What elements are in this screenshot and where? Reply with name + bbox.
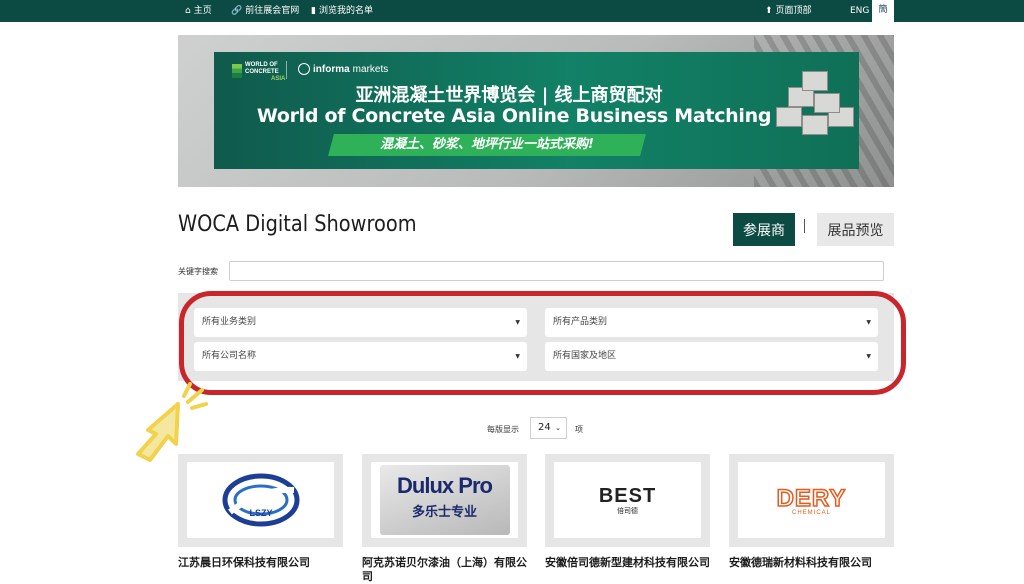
company-name-select[interactable]: 所有公司名称 ▼ bbox=[194, 342, 527, 371]
exhibitor-card[interactable]: Dulux Pro 多乐士专业 bbox=[362, 454, 527, 547]
page-size-unit: 项 bbox=[575, 425, 583, 434]
company-name-value: 所有公司名称 bbox=[202, 351, 257, 361]
arrow-up-icon: ⬆ bbox=[765, 6, 773, 16]
banner-tagline: 混凝土、砂浆、地坪行业一站式采购! bbox=[328, 134, 646, 156]
keyword-search-label: 关键字搜索 bbox=[178, 267, 218, 276]
banner-title-en: World of Concrete Asia Online Business M… bbox=[256, 105, 772, 127]
caret-down-icon: ▼ bbox=[866, 353, 871, 360]
page-size-label: 每版显示 bbox=[487, 425, 519, 434]
nav-back-to-top-label: 页面顶部 bbox=[775, 6, 812, 16]
concrete-blocks-illustration bbox=[768, 71, 858, 151]
lszy-logo-icon: LSZY bbox=[222, 473, 299, 527]
caret-down-icon: ▼ bbox=[866, 319, 871, 326]
tab-exhibitors[interactable]: 参展商 bbox=[733, 213, 795, 246]
top-nav-bar: ⌂ 主页 🔗 前往展会官网 ▮ 浏览我的名单 ⬆ 页面顶部 ENG 簡 bbox=[0, 0, 1024, 22]
banner-title-cn: 亚洲混凝土世界博览会 | 线上商贸配对 bbox=[355, 85, 663, 106]
exhibitor-card[interactable]: LSZY bbox=[178, 454, 343, 547]
nav-official-site-label: 前往展会官网 bbox=[245, 6, 300, 16]
product-category-value: 所有产品类别 bbox=[553, 317, 608, 327]
woc-logo-line1: WORLD OF bbox=[245, 62, 278, 68]
best-logo: BEST 倍司德 bbox=[599, 485, 656, 516]
tab-product-preview[interactable]: 展品预览 bbox=[817, 213, 894, 246]
nav-home-label: 主页 bbox=[193, 6, 212, 16]
dulux-logo-cn-text: 多乐士专业 bbox=[411, 504, 477, 519]
exhibitor-name[interactable]: 安徽倍司德新型建材科技有限公司 bbox=[545, 556, 713, 570]
lszy-logo-text: LSZY bbox=[249, 508, 272, 518]
link-icon: 🔗 bbox=[231, 6, 243, 16]
dulux-pro-logo: Dulux Pro 多乐士专业 bbox=[379, 465, 510, 535]
dulux-logo-text: Dulux Pro bbox=[397, 473, 493, 498]
lang-cn-link[interactable]: 簡 bbox=[872, 0, 894, 22]
exhibitor-card[interactable]: BEST 倍司德 bbox=[545, 454, 710, 547]
page-size-select[interactable]: 24 ⌄ bbox=[530, 417, 567, 439]
company-logo: Dulux Pro 多乐士专业 bbox=[371, 462, 518, 538]
company-logo: DERY CHEMICAL bbox=[738, 462, 885, 538]
keyword-search-input[interactable] bbox=[229, 261, 884, 281]
filter-panel: 所有业务类别 ▼ 所有产品类别 ▼ 所有公司名称 ▼ 所有国家及地区 ▼ bbox=[178, 293, 894, 381]
informa-circle-icon bbox=[298, 63, 310, 75]
hero-banner: WORLD OF CONCRETE ASIA informa markets 亚洲… bbox=[178, 35, 894, 187]
exhibitor-name[interactable]: 阿克苏诺贝尔漆油（上海）有限公司 bbox=[362, 556, 530, 584]
bookmark-icon: ▮ bbox=[311, 6, 316, 16]
informa-logo-text: informa bbox=[313, 63, 350, 75]
nav-official-site[interactable]: 🔗 前往展会官网 bbox=[231, 0, 299, 22]
dery-logo: DERY CHEMICAL bbox=[776, 484, 847, 516]
country-region-select[interactable]: 所有国家及地区 ▼ bbox=[545, 342, 878, 371]
nav-back-to-top[interactable]: ⬆ 页面顶部 bbox=[765, 0, 812, 22]
company-logo: LSZY bbox=[187, 462, 334, 538]
informa-markets-logo: informa markets bbox=[298, 63, 388, 75]
page-size-value: 24 bbox=[538, 422, 551, 433]
business-category-value: 所有业务类别 bbox=[202, 317, 257, 327]
chevron-down-icon: ⌄ bbox=[555, 424, 561, 432]
nav-my-list-label: 浏览我的名单 bbox=[318, 6, 373, 16]
tab-divider bbox=[804, 219, 805, 233]
country-region-value: 所有国家及地区 bbox=[553, 351, 617, 361]
nav-my-list[interactable]: ▮ 浏览我的名单 bbox=[311, 0, 373, 22]
business-category-select[interactable]: 所有业务类别 ▼ bbox=[194, 308, 527, 337]
company-logo: BEST 倍司德 bbox=[554, 462, 701, 538]
woc-logo-mark-icon bbox=[232, 64, 242, 78]
world-of-concrete-logo: WORLD OF CONCRETE ASIA bbox=[232, 61, 294, 83]
nav-home[interactable]: ⌂ 主页 bbox=[185, 0, 212, 22]
product-category-select[interactable]: 所有产品类别 ▼ bbox=[545, 308, 878, 337]
exhibitor-name[interactable]: 安徽德瑞新材料科技有限公司 bbox=[729, 556, 897, 570]
caret-down-icon: ▼ bbox=[515, 319, 520, 326]
markets-logo-text: markets bbox=[352, 63, 389, 75]
lang-en-link[interactable]: ENG bbox=[850, 0, 869, 22]
banner-tagline-text: 混凝土、砂浆、地坪行业一站式采购! bbox=[380, 137, 594, 152]
woc-logo-line2: CONCRETE bbox=[245, 69, 279, 75]
exhibitor-name[interactable]: 江苏晨日环保科技有限公司 bbox=[178, 556, 346, 570]
exhibitor-card[interactable]: DERY CHEMICAL bbox=[729, 454, 894, 547]
home-icon: ⌂ bbox=[185, 6, 191, 16]
best-logo-text: BEST bbox=[598, 484, 657, 507]
page-title: WOCA Digital Showroom bbox=[178, 212, 417, 237]
logo-separator bbox=[286, 61, 287, 79]
caret-down-icon: ▼ bbox=[515, 353, 520, 360]
dery-logo-text: DERY bbox=[776, 484, 847, 513]
